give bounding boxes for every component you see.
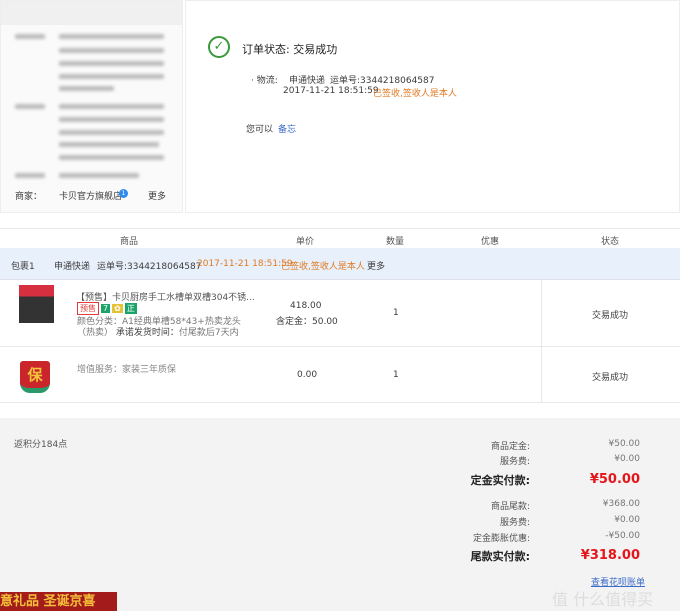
package-time: 2017-11-21 18:51:59 [197, 259, 293, 269]
you-can-label: 您可以 [246, 125, 274, 135]
watermark: 值 什么值得买 [552, 590, 654, 609]
summary-value: ¥0.00 [614, 515, 640, 525]
spec-label: 颜色分类： [77, 317, 123, 327]
merchant-name[interactable]: 卡贝官方旗舰店 [59, 189, 122, 202]
summary-label: 定金膨胀优惠: [472, 534, 530, 544]
table-header: 商品 单价 数量 优惠 状态 [0, 228, 680, 248]
header-status: 状态 [601, 237, 620, 247]
unit-price: 418.00 [290, 301, 322, 311]
warranty-icon: 保 [20, 361, 50, 393]
order-info-header [1, 1, 182, 25]
header-product: 商品 [120, 237, 139, 247]
package-carrier: 申通快递 [54, 262, 91, 272]
success-check-icon: ✓ [208, 36, 230, 58]
package-sign-status: 已签收,签收人是本人 [281, 262, 365, 272]
merchant-label: 商家： [15, 192, 43, 202]
points-earned: 返积分184点 [14, 440, 68, 450]
header-discount: 优惠 [481, 237, 500, 247]
package-waybill: 运单号:3344218064587 [97, 262, 202, 272]
logistics-label: · 物流: [251, 76, 278, 86]
package-label: 包裹1 [11, 262, 35, 272]
summary-value: ¥50.00 [608, 439, 641, 449]
package-row: 包裹1 申通快递 运单号:3344218064587 2017-11-21 18… [0, 248, 680, 280]
header-qty: 数量 [386, 237, 405, 247]
summary-label: 商品尾款: [490, 502, 530, 512]
item-status: 交易成功 [592, 311, 629, 321]
service-title[interactable]: 增值服务：家装三年质保 [77, 362, 176, 375]
carrier: 申通快递 [289, 76, 326, 86]
product-thumbnail[interactable] [19, 285, 54, 323]
header-price: 单价 [296, 237, 315, 247]
table-row: 保 增值服务：家装三年质保 0.00 1 交易成功 [0, 347, 680, 403]
item-status: 交易成功 [592, 373, 629, 383]
summary-value: ¥368.00 [602, 499, 640, 509]
balance-paid-label: 尾款实付款: [470, 550, 530, 563]
deposit-paid-value: ¥50.00 [589, 472, 640, 487]
balance-paid-value: ¥318.00 [580, 548, 640, 563]
quantity: 1 [393, 308, 399, 318]
seven-day-return-icon: 7 [101, 304, 111, 313]
table-row: 【预售】卡贝厨房手工水槽单双槽304不锈... 预售 7 ✿ 正 颜色分类：A1经典单… [0, 280, 680, 347]
summary-label: 服务费: [499, 457, 530, 467]
presale-tag: 预售 [77, 302, 99, 315]
genuine-icon: 正 [124, 303, 137, 314]
summary-value: -¥50.00 [605, 531, 640, 541]
guarantee-icon: ✿ [112, 304, 123, 313]
wangwang-icon[interactable]: 1 [119, 189, 128, 198]
order-status-panel [185, 0, 680, 213]
memo-link[interactable]: 备忘 [278, 122, 296, 135]
ship-value: 付尾款后7天内 [178, 328, 239, 338]
payment-summary: 返积分184点 商品定金: ¥50.00 服务费: ¥0.00 定金实付款: ¥50.… [0, 418, 680, 611]
order-info-panel: 商家： 卡贝官方旗舰店 1 更多 [0, 0, 183, 213]
sign-status: 已签收,签收人是本人 [373, 89, 457, 99]
more-button[interactable]: 更多 [148, 189, 166, 202]
summary-value: ¥0.00 [614, 454, 640, 464]
unit-price: 0.00 [297, 370, 318, 380]
order-status-title: 订单状态: 交易成功 [242, 43, 338, 56]
ship-label: 承诺发货时间： [115, 328, 179, 338]
waybill-number: 运单号:3344218064587 [330, 76, 435, 86]
summary-label: 服务费: [499, 518, 530, 528]
summary-label: 商品定金: [490, 442, 530, 452]
deposit: 含定金：50.00 [276, 317, 338, 327]
logistics-time: 2017-11-21 18:51:59 [283, 86, 379, 96]
package-more-button[interactable]: 更多 [367, 259, 385, 272]
promo-banner[interactable]: 意礼品 圣诞京喜 [0, 592, 117, 611]
quantity: 1 [393, 370, 399, 380]
deposit-paid-label: 定金实付款: [470, 474, 530, 487]
